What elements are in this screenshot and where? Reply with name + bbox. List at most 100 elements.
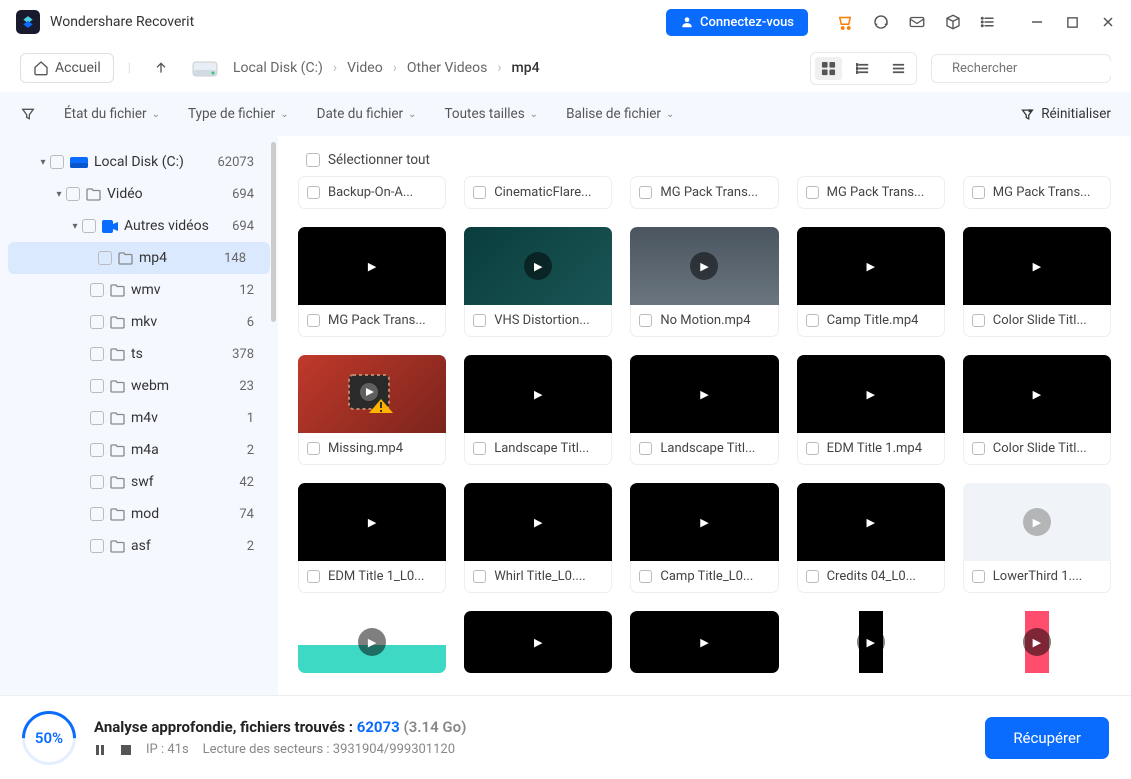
grid-view-button[interactable] [815, 57, 842, 80]
file-card[interactable]: CinematicFlare... [464, 176, 612, 209]
video-thumb[interactable]: ▶ [630, 483, 778, 561]
reset-filters-button[interactable]: Réinitialiser [1020, 106, 1111, 122]
checkbox[interactable] [639, 570, 652, 583]
checkbox[interactable] [90, 283, 104, 297]
video-thumb[interactable]: ▶ [464, 355, 612, 433]
filter-file-date[interactable]: Date du fichier⌄ [317, 106, 417, 122]
expand-icon[interactable]: ▾ [52, 189, 66, 200]
sidebar-item-mkv[interactable]: mkv6 [0, 306, 278, 338]
file-card[interactable]: ▶ [963, 611, 1111, 673]
video-thumb[interactable]: ▶ [298, 227, 446, 305]
video-thumb[interactable]: ▶ [298, 355, 446, 433]
checkbox[interactable] [473, 442, 486, 455]
expand-icon[interactable]: ▾ [36, 157, 50, 168]
video-thumb[interactable]: ▶ [630, 355, 778, 433]
video-thumb[interactable]: ▶ [298, 611, 446, 673]
sidebar-item-webm[interactable]: webm23 [0, 370, 278, 402]
search-box[interactable] [931, 54, 1111, 83]
file-card[interactable]: ▶Landscape Titl... [464, 355, 612, 465]
sidebar-item-swf[interactable]: swf42 [0, 466, 278, 498]
sidebar-item-vid-o[interactable]: ▾Vidéo694 [0, 178, 278, 210]
sidebar-item-mod[interactable]: mod74 [0, 498, 278, 530]
cart-icon[interactable] [836, 13, 854, 31]
checkbox[interactable] [639, 186, 652, 199]
video-thumb[interactable]: ▶ [464, 611, 612, 673]
video-thumb[interactable]: ▶ [797, 355, 945, 433]
checkbox[interactable] [90, 379, 104, 393]
checkbox[interactable] [307, 442, 320, 455]
checkbox[interactable] [82, 219, 96, 233]
sidebar-item-autres-vid-os[interactable]: ▾Autres vidéos694 [0, 210, 278, 242]
video-thumb[interactable]: ▶ [797, 227, 945, 305]
filter-file-state[interactable]: État du fichier⌄ [64, 106, 160, 122]
checkbox[interactable] [473, 186, 486, 199]
filter-icon[interactable] [20, 106, 36, 122]
sidebar-item-m4a[interactable]: m4a2 [0, 434, 278, 466]
video-thumb[interactable]: ▶ [797, 483, 945, 561]
checkbox[interactable] [98, 251, 112, 265]
file-card[interactable]: ▶No Motion.mp4 [630, 227, 778, 337]
file-card[interactable]: ▶LowerThird 1.... [963, 483, 1111, 593]
sidebar-item-m4v[interactable]: m4v1 [0, 402, 278, 434]
checkbox[interactable] [307, 570, 320, 583]
checkbox[interactable] [972, 570, 985, 583]
recover-button[interactable]: Récupérer [985, 717, 1109, 759]
checkbox[interactable] [50, 155, 64, 169]
file-card[interactable]: ▶Landscape Titl... [630, 355, 778, 465]
checkbox[interactable] [972, 442, 985, 455]
connect-button[interactable]: Connectez-vous [666, 9, 808, 36]
maximize-button[interactable] [1066, 16, 1079, 29]
file-card[interactable]: ▶EDM Title 1.mp4 [797, 355, 945, 465]
file-card[interactable]: ▶EDM Title 1_L0... [298, 483, 446, 593]
pause-button[interactable] [94, 744, 106, 756]
support-icon[interactable] [872, 13, 890, 31]
file-card[interactable]: ▶Camp Title_L0... [630, 483, 778, 593]
file-card[interactable]: ▶ [630, 611, 778, 673]
file-card[interactable]: MG Pack Trans... [963, 176, 1111, 209]
video-thumb[interactable]: ▶ [797, 611, 945, 673]
close-button[interactable] [1101, 15, 1115, 29]
filter-file-type[interactable]: Type de fichier⌄ [188, 106, 289, 122]
sidebar-item-local-disk-c-[interactable]: ▾Local Disk (C:)62073 [0, 146, 278, 178]
home-button[interactable]: Accueil [20, 53, 114, 83]
file-card[interactable]: MG Pack Trans... [630, 176, 778, 209]
stop-button[interactable] [120, 744, 132, 756]
box-icon[interactable] [944, 13, 962, 31]
file-card[interactable]: ▶ [797, 611, 945, 673]
checkbox[interactable] [307, 186, 320, 199]
file-card[interactable]: ▶Credits 04_L0... [797, 483, 945, 593]
select-all-row[interactable]: Sélectionner tout [298, 148, 1111, 176]
file-card[interactable]: ▶ [298, 611, 446, 673]
checkbox[interactable] [473, 570, 486, 583]
sidebar-item-wmv[interactable]: wmv12 [0, 274, 278, 306]
checkbox[interactable] [90, 443, 104, 457]
checkbox[interactable] [806, 442, 819, 455]
video-thumb[interactable]: ▶ [464, 483, 612, 561]
menu-icon[interactable] [980, 13, 998, 31]
checkbox[interactable] [90, 539, 104, 553]
video-thumb[interactable]: ▶ [298, 483, 446, 561]
video-thumb[interactable]: ▶ [963, 355, 1111, 433]
file-card[interactable]: ▶Camp Title.mp4 [797, 227, 945, 337]
scrollbar[interactable] [271, 142, 276, 322]
select-all-checkbox[interactable] [306, 153, 320, 167]
expand-icon[interactable]: ▾ [68, 221, 82, 232]
file-card[interactable]: ▶Color Slide Titl... [963, 227, 1111, 337]
checkbox[interactable] [90, 475, 104, 489]
file-card[interactable]: ▶Color Slide Titl... [963, 355, 1111, 465]
checkbox[interactable] [473, 314, 486, 327]
checkbox[interactable] [639, 442, 652, 455]
breadcrumb-item-3[interactable]: mp4 [512, 60, 540, 76]
search-input[interactable] [952, 61, 1118, 76]
detail-view-button[interactable] [885, 57, 912, 80]
sidebar-item-asf[interactable]: asf2 [0, 530, 278, 562]
file-card[interactable]: MG Pack Trans... [797, 176, 945, 209]
file-card[interactable]: ▶ [464, 611, 612, 673]
breadcrumb-item-2[interactable]: Other Videos [407, 60, 487, 76]
checkbox[interactable] [639, 314, 652, 327]
file-card[interactable]: ▶Whirl Title_L0.... [464, 483, 612, 593]
file-card[interactable]: ▶VHS Distortion... [464, 227, 612, 337]
up-button[interactable] [145, 54, 177, 82]
filter-all-sizes[interactable]: Toutes tailles⌄ [445, 106, 539, 122]
sidebar-item-mp4[interactable]: mp4148 [8, 242, 270, 274]
